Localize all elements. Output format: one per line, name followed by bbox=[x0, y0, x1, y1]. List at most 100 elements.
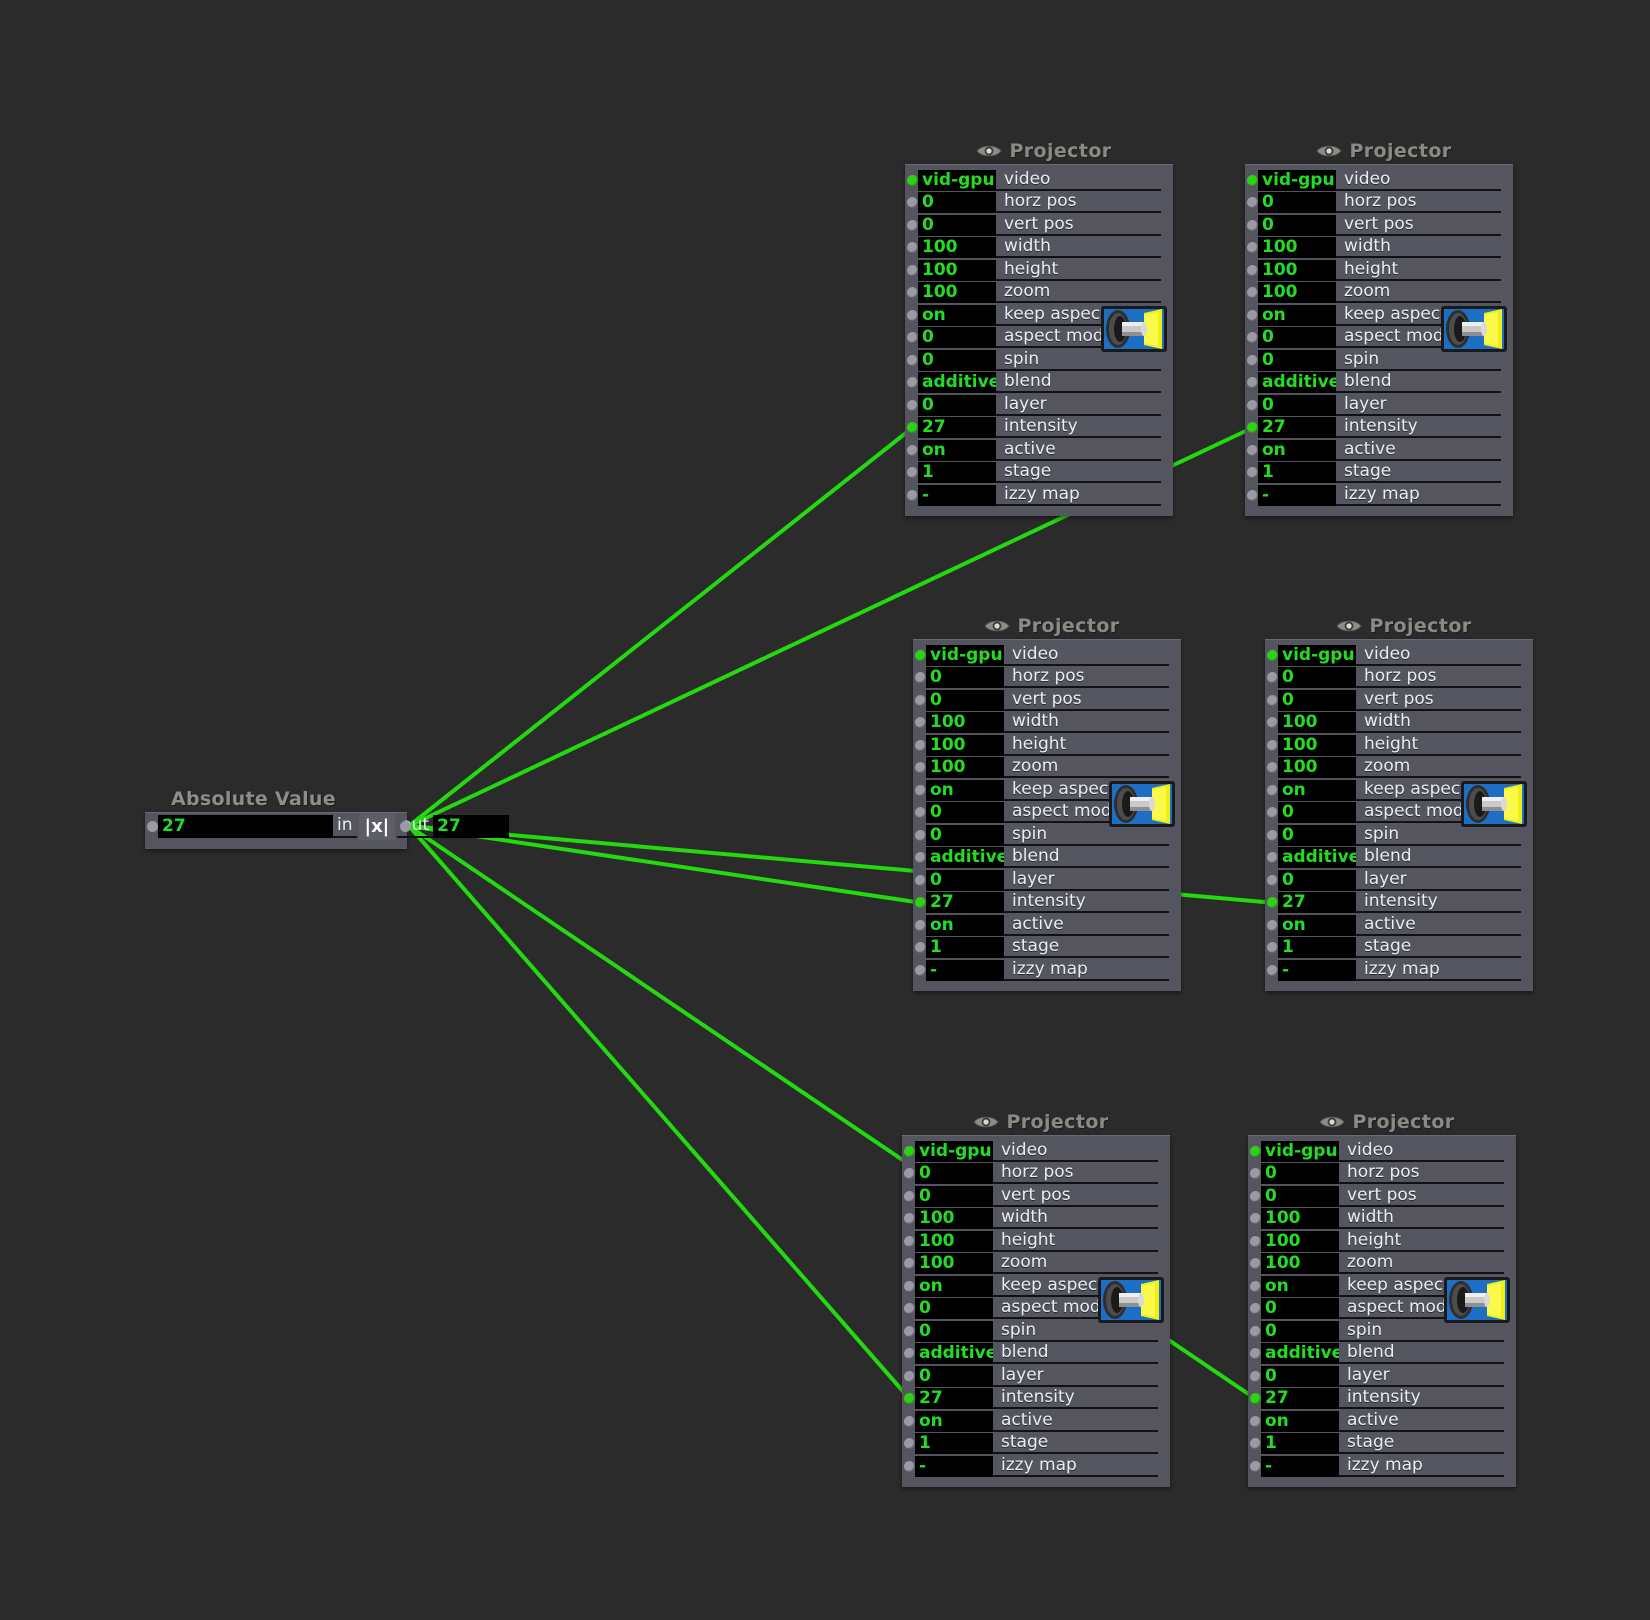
projector-row-stage[interactable]: 1 stage bbox=[1248, 1433, 1516, 1456]
projector-row-zoom[interactable]: 100 zoom bbox=[1265, 757, 1533, 780]
projector-row-horz-pos[interactable]: 0 horz pos bbox=[1245, 192, 1513, 215]
absolute-value-node[interactable]: Absolute Value 27 in |x| out 27 bbox=[145, 788, 510, 849]
port-izzy-map[interactable] bbox=[1247, 489, 1258, 501]
value-zoom[interactable]: 100 bbox=[915, 1253, 993, 1275]
value-keep-aspect[interactable]: on bbox=[1258, 304, 1336, 326]
value-video[interactable]: vid-gpu bbox=[915, 1140, 993, 1162]
value-video[interactable]: vid-gpu bbox=[1261, 1140, 1339, 1162]
projector-row-active[interactable]: on active bbox=[913, 914, 1181, 937]
projector-row-intensity[interactable]: 27 intensity bbox=[1265, 892, 1533, 915]
port-keep-aspect[interactable] bbox=[904, 1280, 915, 1292]
value-vert-pos[interactable]: 0 bbox=[926, 689, 1004, 711]
projector-row-intensity[interactable]: 27 intensity bbox=[913, 892, 1181, 915]
projector-row-blend[interactable]: additive blend bbox=[1245, 372, 1513, 395]
value-video[interactable]: vid-gpu bbox=[1278, 644, 1356, 666]
value-horz-pos[interactable]: 0 bbox=[918, 192, 996, 214]
port-active[interactable] bbox=[904, 1415, 915, 1427]
port-layer[interactable] bbox=[1250, 1370, 1261, 1382]
projector-row-stage[interactable]: 1 stage bbox=[913, 937, 1181, 960]
value-layer[interactable]: 0 bbox=[1278, 869, 1356, 891]
value-stage[interactable]: 1 bbox=[926, 937, 1004, 959]
value-video[interactable]: vid-gpu bbox=[1258, 169, 1336, 191]
projector-node-4[interactable]: Projector vid-gpu video 0 horz pos 0 vert pos 1… bbox=[1265, 613, 1533, 991]
projector-row-izzy-map[interactable]: - izzy map bbox=[902, 1455, 1170, 1478]
value-layer[interactable]: 0 bbox=[918, 394, 996, 416]
projector-row-active[interactable]: on active bbox=[1265, 914, 1533, 937]
port-zoom[interactable] bbox=[1250, 1258, 1261, 1270]
value-horz-pos[interactable]: 0 bbox=[915, 1163, 993, 1185]
port-stage[interactable] bbox=[907, 467, 918, 479]
value-horz-pos[interactable]: 0 bbox=[926, 667, 1004, 689]
value-layer[interactable]: 0 bbox=[915, 1365, 993, 1387]
projector-row-height[interactable]: 100 height bbox=[1265, 734, 1533, 757]
port-spin[interactable] bbox=[1250, 1325, 1261, 1337]
value-height[interactable]: 100 bbox=[915, 1230, 993, 1252]
value-active[interactable]: on bbox=[926, 914, 1004, 936]
value-stage[interactable]: 1 bbox=[1278, 937, 1356, 959]
value-intensity[interactable]: 27 bbox=[926, 892, 1004, 914]
projector-icon[interactable] bbox=[1461, 781, 1527, 827]
value-izzy-map[interactable]: - bbox=[926, 959, 1004, 981]
value-keep-aspect[interactable]: on bbox=[1278, 779, 1356, 801]
value-width[interactable]: 100 bbox=[926, 712, 1004, 734]
projector-row-vert-pos[interactable]: 0 vert pos bbox=[1265, 689, 1533, 712]
projector-row-izzy-map[interactable]: - izzy map bbox=[1265, 959, 1533, 982]
projector-row-blend[interactable]: additive blend bbox=[902, 1343, 1170, 1366]
port-keep-aspect[interactable] bbox=[915, 784, 926, 796]
projector-row-zoom[interactable]: 100 zoom bbox=[1248, 1253, 1516, 1276]
port-height[interactable] bbox=[1267, 739, 1278, 751]
port-layer[interactable] bbox=[1267, 874, 1278, 886]
projector-row-width[interactable]: 100 width bbox=[1248, 1208, 1516, 1231]
projector-row-stage[interactable]: 1 stage bbox=[905, 462, 1173, 485]
absolute-value-output-port[interactable] bbox=[400, 821, 411, 832]
port-vert-pos[interactable] bbox=[1267, 694, 1278, 706]
port-izzy-map[interactable] bbox=[904, 1460, 915, 1472]
value-spin[interactable]: 0 bbox=[918, 349, 996, 371]
projector-icon[interactable] bbox=[1098, 1277, 1164, 1323]
projector-row-blend[interactable]: additive blend bbox=[1248, 1343, 1516, 1366]
value-keep-aspect[interactable]: on bbox=[926, 779, 1004, 801]
value-spin[interactable]: 0 bbox=[926, 824, 1004, 846]
port-active[interactable] bbox=[1267, 919, 1278, 931]
value-layer[interactable]: 0 bbox=[1261, 1365, 1339, 1387]
projector-row-height[interactable]: 100 height bbox=[1245, 259, 1513, 282]
port-vert-pos[interactable] bbox=[907, 219, 918, 231]
port-blend[interactable] bbox=[915, 852, 926, 864]
value-spin[interactable]: 0 bbox=[1258, 349, 1336, 371]
projector-row-width[interactable]: 100 width bbox=[1245, 237, 1513, 260]
value-zoom[interactable]: 100 bbox=[1258, 282, 1336, 304]
port-stage[interactable] bbox=[915, 942, 926, 954]
cable-5[interactable] bbox=[407, 824, 912, 1401]
port-width[interactable] bbox=[1250, 1213, 1261, 1225]
projector-row-blend[interactable]: additive blend bbox=[1265, 847, 1533, 870]
port-intensity[interactable] bbox=[1250, 1393, 1261, 1405]
value-intensity[interactable]: 27 bbox=[1278, 892, 1356, 914]
value-zoom[interactable]: 100 bbox=[1278, 757, 1356, 779]
port-width[interactable] bbox=[1267, 717, 1278, 729]
projector-row-width[interactable]: 100 width bbox=[902, 1208, 1170, 1231]
port-video[interactable] bbox=[1267, 649, 1278, 661]
port-active[interactable] bbox=[907, 444, 918, 456]
port-keep-aspect[interactable] bbox=[907, 309, 918, 321]
port-spin[interactable] bbox=[915, 829, 926, 841]
value-stage[interactable]: 1 bbox=[1258, 462, 1336, 484]
port-layer[interactable] bbox=[915, 874, 926, 886]
projector-row-vert-pos[interactable]: 0 vert pos bbox=[902, 1185, 1170, 1208]
port-layer[interactable] bbox=[1247, 399, 1258, 411]
value-vert-pos[interactable]: 0 bbox=[1261, 1185, 1339, 1207]
port-izzy-map[interactable] bbox=[907, 489, 918, 501]
value-aspect-mod[interactable]: 0 bbox=[915, 1298, 993, 1320]
value-width[interactable]: 100 bbox=[915, 1208, 993, 1230]
projector-row-intensity[interactable]: 27 intensity bbox=[1245, 417, 1513, 440]
patch-editor-canvas[interactable]: Absolute Value 27 in |x| out 27 Projecto… bbox=[0, 0, 1650, 1620]
value-blend[interactable]: additive bbox=[926, 847, 1004, 869]
port-aspect-mod[interactable] bbox=[1247, 332, 1258, 344]
projector-row-active[interactable]: on active bbox=[902, 1410, 1170, 1433]
projector-icon[interactable] bbox=[1441, 306, 1507, 352]
value-keep-aspect[interactable]: on bbox=[918, 304, 996, 326]
projector-row-zoom[interactable]: 100 zoom bbox=[905, 282, 1173, 305]
port-stage[interactable] bbox=[904, 1438, 915, 1450]
projector-row-intensity[interactable]: 27 intensity bbox=[905, 417, 1173, 440]
projector-row-video[interactable]: vid-gpu video bbox=[1265, 644, 1533, 667]
port-active[interactable] bbox=[1247, 444, 1258, 456]
